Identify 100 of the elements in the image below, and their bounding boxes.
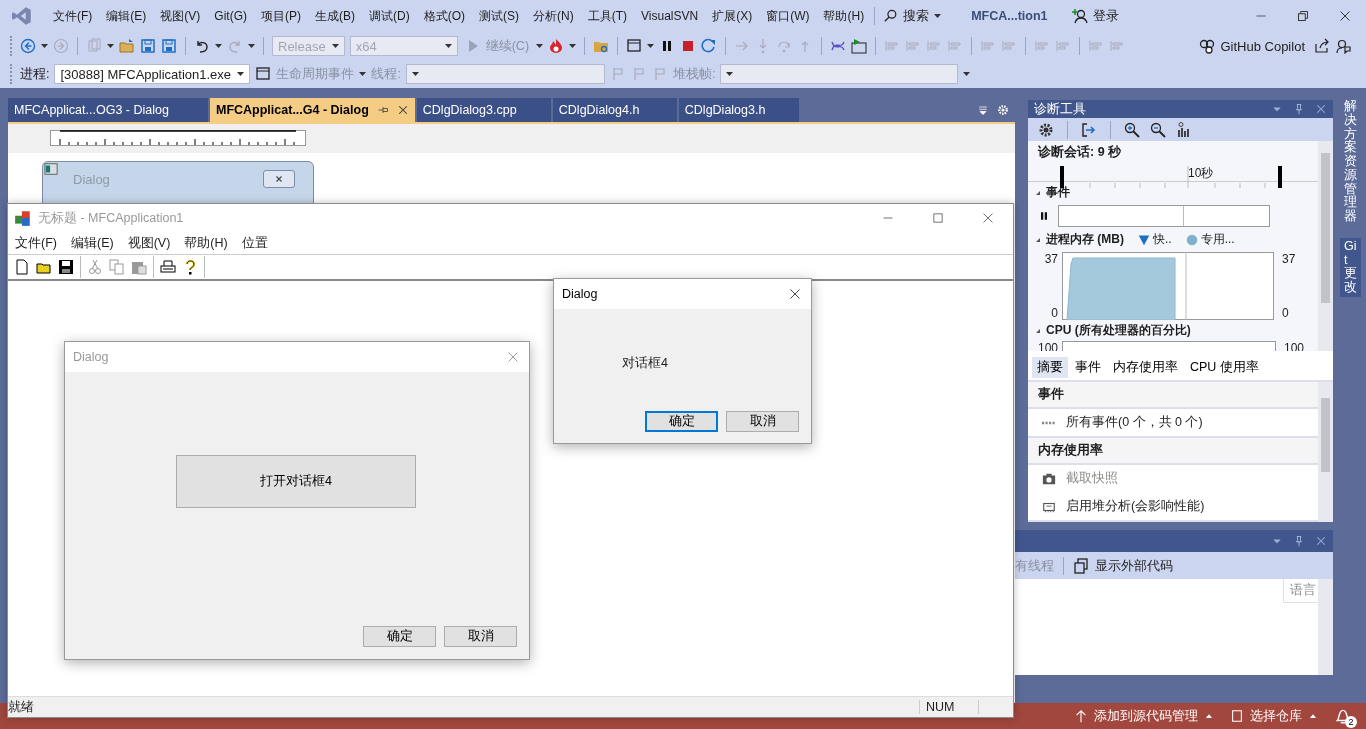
- undo-icon[interactable]: [194, 38, 210, 54]
- scrollbar[interactable]: [1318, 382, 1333, 522]
- menu-item[interactable]: 窗口(W): [759, 3, 817, 29]
- paste-icon[interactable]: [131, 259, 147, 275]
- share-icon[interactable]: [1314, 38, 1330, 54]
- tab-list-icon[interactable]: [977, 104, 989, 116]
- window-icon[interactable]: [626, 38, 643, 54]
- dialog-button[interactable]: 确定: [363, 626, 436, 647]
- settings-icon[interactable]: [1038, 121, 1054, 138]
- tab[interactable]: CPU 使用率: [1185, 357, 1264, 378]
- save-icon[interactable]: [58, 259, 74, 275]
- menu-item[interactable]: 视图(V): [153, 3, 208, 29]
- close-icon[interactable]: [1339, 10, 1351, 22]
- menu-item[interactable]: 项目(P): [254, 3, 308, 29]
- menu-item[interactable]: Git(G): [207, 5, 254, 27]
- dialog-button[interactable]: 取消: [726, 411, 799, 432]
- menu-item[interactable]: 编辑(E): [63, 234, 121, 252]
- menu-item[interactable]: 文件(F): [46, 3, 100, 29]
- menu-item[interactable]: 帮助(H): [177, 234, 235, 252]
- menu-item[interactable]: VisualSVN: [634, 5, 706, 27]
- copilot-icon[interactable]: [1199, 38, 1216, 54]
- lifecycle-icon[interactable]: [255, 66, 272, 82]
- dropdown-arrow-icon[interactable]: [536, 44, 544, 48]
- chart-icon[interactable]: [1176, 121, 1192, 138]
- menu-item[interactable]: 格式(O): [416, 3, 472, 29]
- list-link[interactable]: 所有事件(0 个，共 0 个): [1066, 414, 1203, 431]
- scrollbar[interactable]: [1318, 141, 1333, 351]
- pin-icon[interactable]: [1293, 103, 1305, 115]
- up-arrow-icon[interactable]: [1074, 709, 1088, 723]
- source-control-button[interactable]: 添加到源代码管理: [1074, 707, 1214, 725]
- sign-in-button[interactable]: 登录: [1071, 7, 1119, 25]
- close-icon[interactable]: [396, 104, 409, 116]
- document-tab[interactable]: CDlgDialog4.h: [552, 98, 677, 122]
- menu-item[interactable]: 文件(F): [8, 234, 64, 252]
- run-window-icon[interactable]: [851, 38, 868, 54]
- menu-item[interactable]: 生成(B): [308, 3, 362, 29]
- new-file-icon[interactable]: [14, 259, 30, 275]
- dialog-button[interactable]: 取消: [444, 626, 517, 647]
- dropdown-arrow-icon[interactable]: [107, 44, 114, 48]
- menu-item[interactable]: 扩展(X): [705, 3, 760, 29]
- cut-icon[interactable]: [87, 259, 103, 275]
- overflow-icon[interactable]: [963, 72, 971, 76]
- person-icon[interactable]: [1071, 8, 1088, 24]
- dialog-button[interactable]: 确定: [645, 411, 718, 432]
- zoom-in-icon[interactable]: [1124, 121, 1140, 138]
- tab[interactable]: 内存使用率: [1108, 357, 1183, 378]
- settings-icon[interactable]: [997, 104, 1009, 116]
- close-icon[interactable]: [982, 212, 994, 224]
- open-dialog-button[interactable]: 打开对话框4: [176, 455, 416, 508]
- feedback-icon[interactable]: [1335, 38, 1351, 54]
- show-external-code-button[interactable]: 显示外部代码: [1095, 556, 1173, 575]
- dropdown-arrow-icon[interactable]: [248, 44, 255, 48]
- close-icon[interactable]: [789, 288, 801, 300]
- dropdown-arrow-icon[interactable]: [215, 44, 222, 48]
- menu-item[interactable]: 分析(N): [526, 3, 581, 29]
- document-tab[interactable]: MFCApplicat...OG3 - Dialog: [8, 98, 208, 122]
- caret-icon[interactable]: [934, 14, 942, 18]
- dropdown-arrow-icon[interactable]: [569, 44, 577, 48]
- side-tab[interactable]: Git 更改: [1340, 237, 1361, 297]
- dropdown-arrow-icon[interactable]: [647, 44, 655, 48]
- menu-item[interactable]: 位置: [234, 234, 275, 252]
- scrollbar[interactable]: [1318, 579, 1333, 675]
- menu-item[interactable]: 视图(V): [120, 234, 178, 252]
- repository-button[interactable]: 选择仓库: [1230, 707, 1318, 725]
- document-tab[interactable]: CDlgDialog3.cpp: [416, 98, 551, 122]
- open-folder-icon[interactable]: [119, 38, 135, 54]
- list-link[interactable]: 启用堆分析(会影响性能): [1066, 498, 1205, 515]
- menu-item[interactable]: 调试(D): [362, 3, 417, 29]
- dropdown-arrow-icon[interactable]: [41, 44, 48, 48]
- export-icon[interactable]: [1081, 121, 1097, 138]
- search-button[interactable]: 搜索: [878, 3, 948, 29]
- menu-item[interactable]: 工具(T): [580, 3, 634, 29]
- dropdown-arrow-icon[interactable]: [726, 72, 734, 76]
- tab[interactable]: 事件: [1070, 357, 1106, 378]
- search-icon[interactable]: [884, 9, 899, 23]
- maximize-icon[interactable]: [932, 212, 944, 224]
- pin-icon[interactable]: [1293, 535, 1305, 547]
- window-title: MFCA...tion1: [971, 9, 1048, 23]
- restart-icon[interactable]: [701, 38, 718, 54]
- pause-icon[interactable]: [1038, 210, 1050, 223]
- menu-item[interactable]: 编辑(E): [99, 3, 154, 29]
- flame-icon[interactable]: [548, 38, 565, 54]
- document-tab[interactable]: CDlgDialog3.h: [678, 98, 799, 122]
- zoom-out-icon[interactable]: [1150, 121, 1166, 138]
- restore-icon[interactable]: [1297, 10, 1309, 22]
- menu-item[interactable]: 帮助(H): [816, 3, 872, 29]
- document-tab[interactable]: MFCApplicat...G4 - Dialog: [210, 98, 415, 122]
- menu-item[interactable]: 测试(S): [472, 3, 526, 29]
- dropdown-arrow-icon[interactable]: [359, 72, 367, 76]
- close-icon[interactable]: [273, 174, 285, 184]
- repository-icon[interactable]: [1230, 709, 1244, 723]
- copilot-button[interactable]: GitHub Copilot: [1195, 38, 1309, 54]
- print-icon[interactable]: [160, 259, 176, 275]
- dropdown-arrow-icon[interactable]: [411, 72, 419, 76]
- dropdown-arrow-icon[interactable]: [237, 72, 245, 76]
- pin-icon[interactable]: [376, 104, 389, 116]
- save-all-icon[interactable]: [161, 38, 177, 54]
- process-dropdown[interactable]: [30888] MFCApplication1.exe: [54, 64, 251, 84]
- tab[interactable]: 摘要: [1032, 357, 1068, 378]
- copy-icon[interactable]: [1073, 557, 1089, 574]
